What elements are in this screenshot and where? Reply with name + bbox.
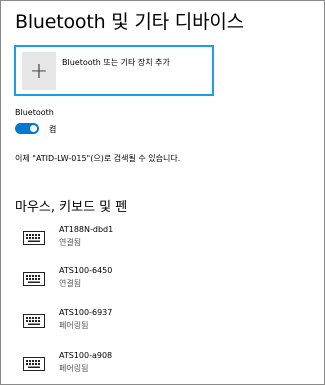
device-name: ATS100-a908 xyxy=(59,351,113,360)
device-status: 페어링됨 xyxy=(59,364,89,373)
settings-window: Bluetooth 및 기타 디바이스 + Bluetooth 또는 기타 장치… xyxy=(0,0,325,385)
bluetooth-toggle[interactable] xyxy=(15,123,39,134)
add-device-label: Bluetooth 또는 기타 장치 추가 xyxy=(62,58,170,67)
device-status: 연결됨 xyxy=(59,279,82,288)
keyboard-icon xyxy=(23,231,45,245)
device-name: ATS100-6937 xyxy=(59,308,113,317)
discoverable-text: 이제 "ATID-LW-015"(으)로 검색될 수 있습니다. xyxy=(15,154,181,163)
keyboard-icon xyxy=(23,314,45,328)
section-heading: 마우스, 키보드 및 펜 xyxy=(15,200,128,215)
device-item[interactable]: AT188N-dbd1 연결됨 xyxy=(15,225,315,257)
bluetooth-toggle-state: 켬 xyxy=(49,125,57,134)
keyboard-icon xyxy=(23,357,45,371)
page-title: Bluetooth 및 기타 디바이스 xyxy=(15,11,244,33)
bluetooth-label: Bluetooth xyxy=(15,108,54,117)
device-status: 연결됨 xyxy=(59,238,82,247)
device-status: 페어링됨 xyxy=(59,321,89,330)
plus-icon: + xyxy=(22,52,56,90)
device-name: AT188N-dbd1 xyxy=(59,225,114,234)
add-device-button[interactable]: + Bluetooth 또는 기타 장치 추가 xyxy=(14,45,214,96)
device-item[interactable]: ATS100-a908 페어링됨 xyxy=(15,351,315,383)
device-item[interactable]: ATS100-6450 연결됨 xyxy=(15,266,315,298)
keyboard-icon xyxy=(23,272,45,286)
toggle-knob xyxy=(30,125,37,132)
device-name: ATS100-6450 xyxy=(59,266,113,275)
device-item[interactable]: ATS100-6937 페어링됨 xyxy=(15,308,315,340)
